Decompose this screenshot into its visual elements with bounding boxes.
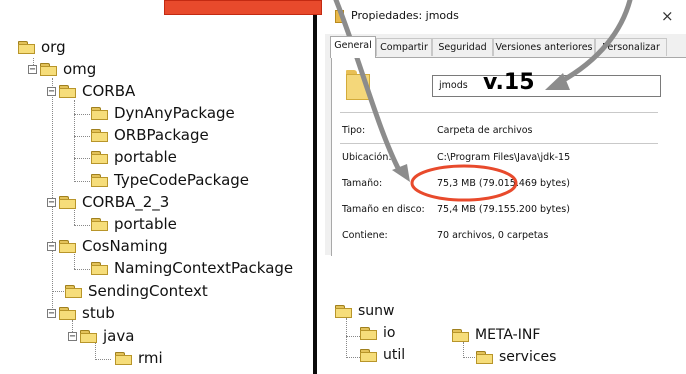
tree-connector <box>346 318 347 358</box>
folder-icon <box>91 150 109 164</box>
collapse-toggle-icon[interactable]: − <box>68 331 77 341</box>
tree-connector <box>346 357 360 358</box>
tree-node-label: SendingContext <box>88 282 208 300</box>
tree-node-label: CORBA <box>82 82 136 100</box>
folder-icon <box>452 328 470 342</box>
prop-label-ubicacion: Ubicación: <box>342 152 392 163</box>
tree-node-label: io <box>383 325 396 341</box>
tree-node-stub[interactable]: − stub <box>47 303 115 323</box>
prop-label-tamano-en-disco: Tamaño en disco: <box>342 204 425 215</box>
prop-label-tipo: Tipo: <box>342 125 366 136</box>
tree-node-services[interactable]: services <box>476 347 556 367</box>
tree-node-meta-inf[interactable]: META-INF <box>452 325 540 345</box>
folder-icon <box>360 348 378 362</box>
folder-icon <box>91 173 109 187</box>
tree-node-orbpackage[interactable]: ORBPackage <box>91 125 209 145</box>
folder-icon <box>360 326 378 340</box>
tab-versiones-anteriores[interactable]: Versiones anteriores <box>493 38 595 56</box>
tree-node-portable[interactable]: portable <box>91 214 177 234</box>
tree-node-cosnaming[interactable]: − CosNaming <box>47 236 168 256</box>
separator <box>340 112 658 113</box>
dialog-titlebar[interactable]: Propiedades: jmods × <box>325 0 686 34</box>
prop-value-tipo: Carpeta de archivos <box>437 125 533 136</box>
folder-icon <box>65 284 83 298</box>
tree-node-util[interactable]: util <box>360 345 405 365</box>
tree-node-label: stub <box>82 304 115 322</box>
tree-node-label: portable <box>114 148 177 166</box>
tree-node-typecodepackage[interactable]: TypeCodePackage <box>91 170 249 190</box>
prop-value-ubicacion[interactable]: C:\Program Files\Java\jdk-15 <box>437 152 570 163</box>
folder-icon <box>59 239 77 253</box>
tree-node-org[interactable]: org <box>18 37 66 57</box>
tree-node-label: rmi <box>138 349 163 367</box>
folder-icon <box>335 10 344 23</box>
version-annotation: v.15 <box>483 70 535 95</box>
tree-node-java[interactable]: − java <box>68 326 134 346</box>
folder-icon <box>59 84 77 98</box>
tree-node-label: sunw <box>358 303 395 319</box>
folder-icon <box>59 195 77 209</box>
tree-node-label: portable <box>114 215 177 233</box>
tree-node-label: CORBA_2_3 <box>82 193 170 211</box>
collapse-toggle-icon[interactable]: − <box>28 64 37 74</box>
tree-node-label: TypeCodePackage <box>114 171 250 189</box>
tab-compartir[interactable]: Compartir <box>376 38 432 56</box>
folder-icon <box>91 106 109 120</box>
prop-value-tamano: 75,3 MB (79.015.469 bytes) <box>437 178 570 189</box>
folder-icon <box>80 329 98 343</box>
tree-connector <box>346 336 360 337</box>
tree-node-sunw[interactable]: sunw <box>335 301 395 321</box>
folder-name-field[interactable]: jmods <box>432 75 661 97</box>
dialog-title: Propiedades: jmods <box>351 9 459 22</box>
folder-name-value: jmods <box>439 80 468 91</box>
tab-general[interactable]: General <box>330 36 376 58</box>
package-tree-panel: org − omg − CORBA DynAnyPackage ORBPacka… <box>0 0 311 374</box>
tab-personalizar[interactable]: Personalizar <box>595 38 667 56</box>
tab-strip: General Compartir Seguridad Versiones an… <box>325 36 686 58</box>
folder-icon <box>115 351 133 365</box>
prop-value-tamano-en-disco: 75,4 MB (79.155.200 bytes) <box>437 204 570 215</box>
folder-icon <box>476 350 494 364</box>
prop-label-tamano: Tamaño: <box>342 178 383 189</box>
tree-node-label: util <box>383 347 406 363</box>
tree-node-namingcontextpackage[interactable]: NamingContextPackage <box>91 258 293 278</box>
tree-node-omg[interactable]: − omg <box>28 59 96 79</box>
tree-node-corba[interactable]: − CORBA <box>47 81 135 101</box>
tree-node-sendingcontext[interactable]: SendingContext <box>65 281 208 301</box>
tree-connector <box>463 357 475 358</box>
tree-node-label: omg <box>63 60 97 78</box>
folder-icon <box>40 62 58 76</box>
tree-node-label: java <box>103 327 135 345</box>
collapse-toggle-icon[interactable]: − <box>47 86 56 96</box>
tree-node-label: CosNaming <box>82 237 168 255</box>
prop-label-contiene: Contiene: <box>342 230 388 241</box>
prop-value-contiene: 70 archivos, 0 carpetas <box>437 230 549 241</box>
tab-seguridad[interactable]: Seguridad <box>432 38 493 56</box>
folder-icon <box>18 40 36 54</box>
folder-icon <box>59 306 77 320</box>
collapse-toggle-icon[interactable]: − <box>47 241 56 251</box>
tree-node-label: DynAnyPackage <box>114 104 235 122</box>
close-icon[interactable]: × <box>661 7 674 25</box>
tree-node-io[interactable]: io <box>360 323 395 343</box>
folder-icon <box>91 261 109 275</box>
tree-node-label: NamingContextPackage <box>114 259 294 277</box>
separator <box>340 143 658 144</box>
tree-node-dynanypackage[interactable]: DynAnyPackage <box>91 103 235 123</box>
annotation-red-box <box>164 0 322 15</box>
folder-icon <box>91 217 109 231</box>
tree-node-label: services <box>499 349 557 365</box>
folder-icon <box>91 128 109 142</box>
folder-icon <box>335 304 353 318</box>
tree-node-label: org <box>41 38 66 56</box>
tree-node-portable[interactable]: portable <box>91 147 177 167</box>
large-folder-icon <box>346 70 370 100</box>
collapse-toggle-icon[interactable]: − <box>47 308 56 318</box>
tree-node-corba-2-3[interactable]: − CORBA_2_3 <box>47 192 169 212</box>
tree-node-label: ORBPackage <box>114 126 209 144</box>
tree-node-label: META-INF <box>475 327 541 343</box>
collapse-toggle-icon[interactable]: − <box>47 197 56 207</box>
tree-node-rmi[interactable]: rmi <box>115 348 163 368</box>
